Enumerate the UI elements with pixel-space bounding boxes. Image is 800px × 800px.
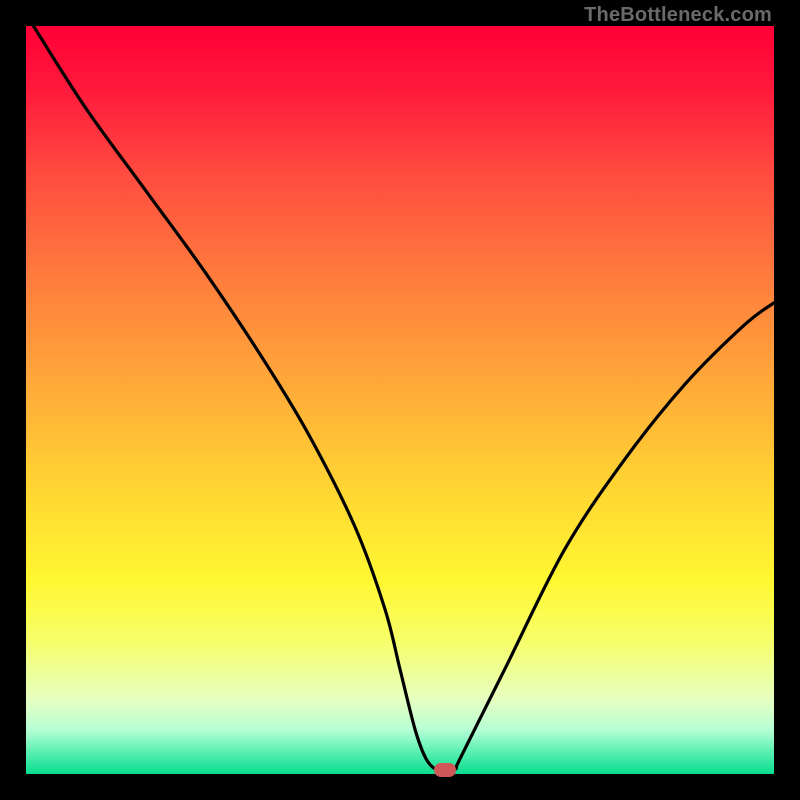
bottleneck-curve: [26, 26, 774, 774]
plot-area: [26, 26, 774, 774]
attribution-label: TheBottleneck.com: [584, 4, 772, 27]
chart-frame: TheBottleneck.com: [0, 0, 800, 800]
optimal-point-marker: [434, 763, 456, 777]
